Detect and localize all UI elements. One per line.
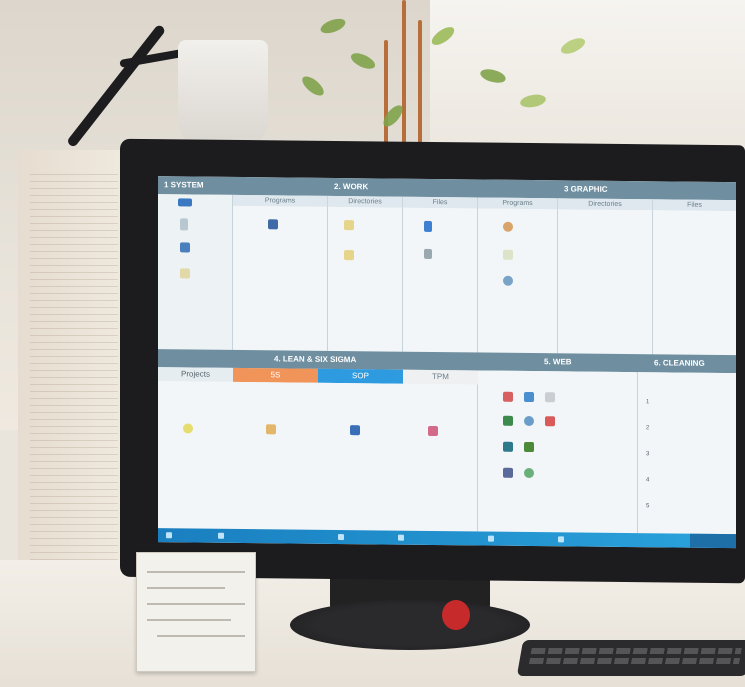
cleaning-number: 1 bbox=[646, 399, 650, 406]
tab-5s[interactable]: 5S bbox=[233, 367, 318, 383]
cleaning-number: 5 bbox=[646, 503, 650, 510]
keyboard bbox=[516, 640, 745, 676]
web-shortcut-icon[interactable] bbox=[503, 415, 513, 426]
cleaning-panel bbox=[638, 372, 736, 535]
tab-tpm[interactable]: TPM bbox=[403, 369, 478, 385]
lean-panel bbox=[158, 381, 478, 532]
web-shortcut-icon[interactable] bbox=[545, 416, 555, 427]
monitor-stand-base bbox=[290, 600, 530, 650]
5s-file-icon[interactable] bbox=[266, 424, 276, 435]
handwritten-note-card bbox=[136, 552, 256, 672]
project-icon[interactable] bbox=[183, 423, 193, 434]
monitor: 1 SYSTEM 2. WORK 3 GRAPHIC Programs Dire… bbox=[120, 138, 745, 584]
cleaning-number: 4 bbox=[646, 477, 650, 484]
taskbar-app[interactable] bbox=[338, 534, 344, 541]
graphics-app-icon[interactable] bbox=[503, 221, 513, 232]
section-work-title: 2. WORK bbox=[334, 181, 369, 192]
taskbar-app[interactable] bbox=[488, 535, 494, 542]
work-col-directories: Directories bbox=[328, 195, 403, 208]
system-tray[interactable] bbox=[690, 533, 736, 549]
document-icon[interactable] bbox=[180, 218, 188, 231]
folder-icon[interactable] bbox=[180, 268, 190, 279]
graphics-app-icon[interactable] bbox=[503, 275, 513, 286]
start-button[interactable] bbox=[166, 532, 172, 539]
section-graphic-title: 3 GRAPHIC bbox=[564, 184, 608, 194]
graphic-directories-panel bbox=[558, 209, 653, 355]
taskbar-app[interactable] bbox=[398, 534, 404, 541]
work-col-files: Files bbox=[403, 196, 478, 209]
plant-stem bbox=[418, 20, 422, 150]
program-icon[interactable] bbox=[268, 219, 278, 230]
web-shortcut-icon[interactable] bbox=[503, 441, 513, 452]
tab-sop[interactable]: SOP bbox=[318, 368, 403, 384]
sop-file-icon[interactable] bbox=[350, 425, 360, 436]
folder-icon[interactable] bbox=[344, 250, 354, 261]
web-shortcut-icon[interactable] bbox=[524, 467, 534, 479]
browser-icon[interactable] bbox=[503, 391, 513, 402]
pinned-papers bbox=[18, 150, 129, 580]
web-panel bbox=[478, 370, 638, 534]
tab-projects[interactable]: Projects bbox=[158, 367, 233, 382]
browser-icon[interactable] bbox=[524, 391, 534, 403]
plant-stem bbox=[384, 40, 388, 150]
graphic-col-programs: Programs bbox=[478, 197, 558, 210]
photo-scene: 1 SYSTEM 2. WORK 3 GRAPHIC Programs Dire… bbox=[0, 0, 745, 687]
graphics-app-icon[interactable] bbox=[503, 249, 513, 260]
system-panel bbox=[158, 194, 233, 350]
network-icon[interactable] bbox=[180, 242, 190, 253]
section-lean-title: 4. LEAN & SIX SIGMA bbox=[274, 354, 357, 365]
word-file-icon[interactable] bbox=[424, 220, 432, 232]
tpm-file-icon[interactable] bbox=[428, 425, 438, 437]
graphic-programs-panel bbox=[478, 208, 558, 354]
work-programs-panel bbox=[233, 205, 328, 351]
cleaning-number: 2 bbox=[646, 425, 650, 432]
plant-stem bbox=[402, 0, 406, 150]
taskbar-app[interactable] bbox=[218, 532, 224, 539]
window-light bbox=[430, 0, 745, 150]
file-icon[interactable] bbox=[424, 248, 432, 259]
section-web-title: 5. WEB bbox=[544, 357, 572, 367]
work-files-panel bbox=[403, 207, 478, 353]
cleaning-number: 3 bbox=[646, 451, 650, 458]
section-cleaning-title: 6. CLEANING bbox=[654, 358, 705, 368]
web-shortcut-icon[interactable] bbox=[545, 392, 555, 403]
lamp-head bbox=[178, 40, 268, 150]
web-shortcut-icon[interactable] bbox=[524, 415, 534, 427]
web-shortcut-icon[interactable] bbox=[503, 467, 513, 478]
desktop-screen: 1 SYSTEM 2. WORK 3 GRAPHIC Programs Dire… bbox=[158, 176, 736, 549]
computer-icon[interactable] bbox=[178, 198, 192, 207]
graphic-files-panel bbox=[653, 210, 736, 356]
taskbar-app[interactable] bbox=[558, 536, 564, 543]
folder-icon[interactable] bbox=[344, 220, 354, 231]
work-directories-panel bbox=[328, 206, 403, 352]
section-system-title: 1 SYSTEM bbox=[164, 180, 204, 190]
graphic-col-files: Files bbox=[653, 199, 736, 212]
monitor-stand-accent bbox=[442, 600, 470, 630]
web-shortcut-icon[interactable] bbox=[524, 441, 534, 453]
